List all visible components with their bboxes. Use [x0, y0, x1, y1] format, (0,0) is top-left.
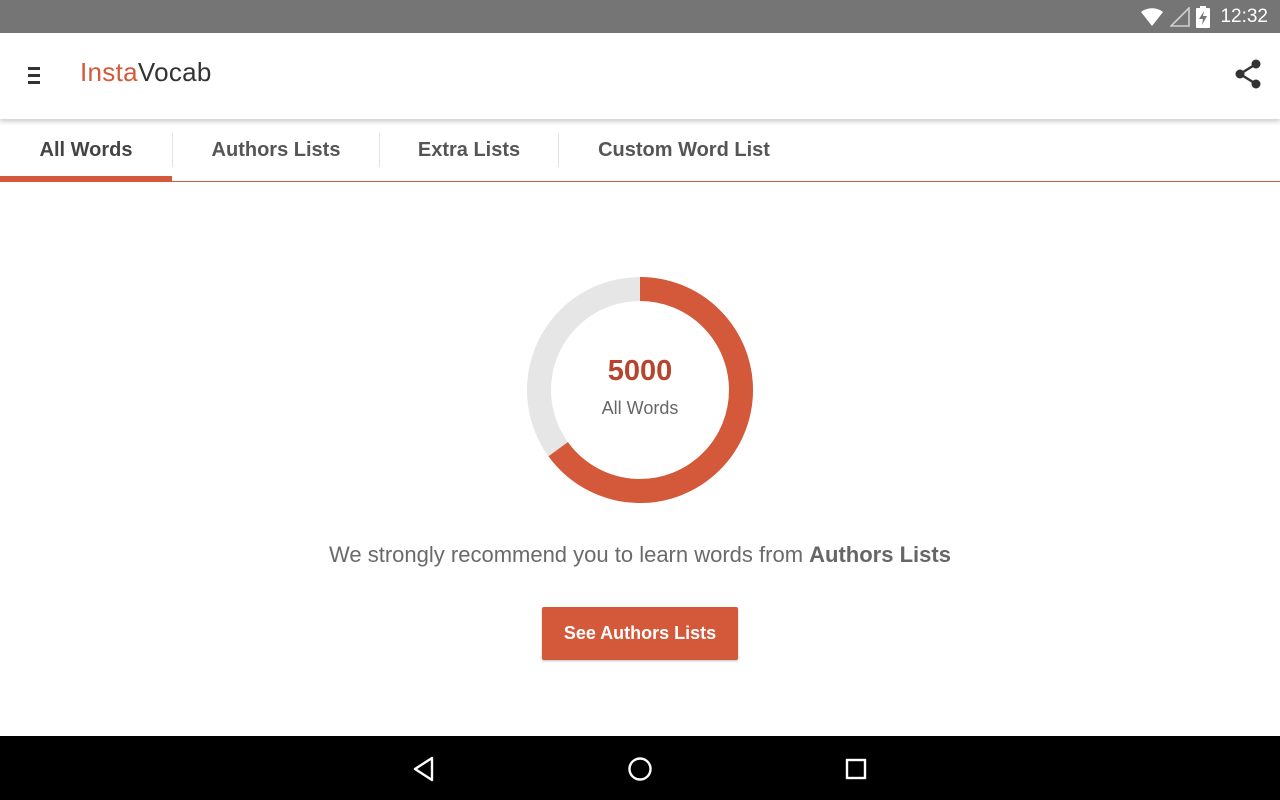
wifi-icon [1141, 7, 1164, 26]
back-button[interactable] [409, 754, 439, 784]
tab-authors-lists[interactable]: Authors Lists [173, 119, 379, 181]
tab-extra-lists[interactable]: Extra Lists [380, 119, 558, 181]
share-button[interactable] [1232, 58, 1264, 90]
word-count-label: All Words [601, 398, 679, 418]
progress-center: 5000 All Words [526, 276, 754, 504]
tab-label: Extra Lists [417, 138, 521, 161]
battery-charging-icon [1196, 5, 1211, 28]
tab-label: Custom Word List [598, 138, 770, 161]
status-icons: 12:32 [1140, 0, 1268, 33]
status-time: 12:32 [1220, 5, 1268, 27]
recents-button[interactable] [841, 754, 871, 784]
back-icon [413, 756, 434, 782]
menu-icon [28, 67, 40, 84]
status-bar: 12:32 [0, 0, 1280, 33]
tab-bar: All Words Authors Lists Extra Lists Cust… [0, 119, 1280, 182]
active-tab-indicator [0, 176, 172, 182]
recommendation-emphasis: Authors Lists [809, 542, 951, 567]
tab-all-words[interactable]: All Words [0, 119, 172, 182]
word-count: 5000 [607, 355, 673, 387]
logo-part-vocab: Vocab [137, 57, 212, 87]
tab-label: All Words [39, 138, 133, 161]
progress-donut: 5000 All Words [526, 276, 754, 504]
logo-part-insta: Insta [80, 57, 138, 87]
see-authors-lists-button[interactable]: See Authors Lists [542, 607, 738, 660]
signal-icon [1170, 6, 1191, 27]
recents-icon [845, 758, 867, 780]
tab-label: Authors Lists [211, 138, 341, 161]
recommendation-text: We strongly recommend you to learn words… [0, 542, 1280, 568]
app-logo: InstaVocab [80, 57, 212, 88]
system-nav-bar [0, 736, 1280, 800]
tab-custom-word-list[interactable]: Custom Word List [559, 119, 809, 181]
share-icon [1235, 59, 1261, 89]
menu-button[interactable] [22, 65, 44, 87]
recommendation-body: We strongly recommend you to learn words… [329, 542, 810, 567]
home-icon [628, 757, 652, 781]
app-bar: InstaVocab [0, 33, 1280, 119]
home-button[interactable] [625, 754, 655, 784]
